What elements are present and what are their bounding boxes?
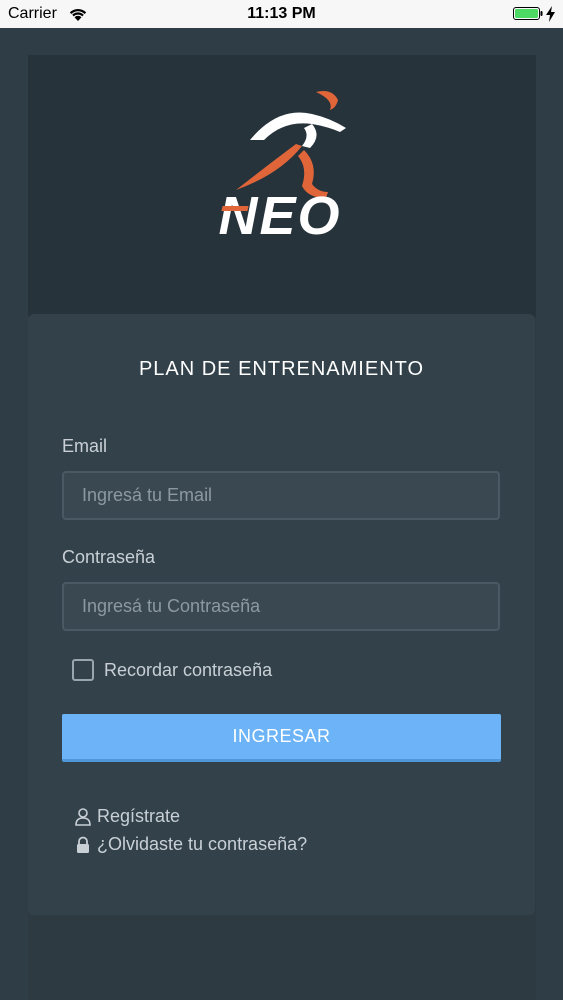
lock-icon [77, 836, 89, 853]
password-label: Contraseña [62, 547, 156, 567]
remember-password-toggle[interactable]: Recordar contraseña [72, 658, 272, 682]
remember-checkbox[interactable] [72, 659, 94, 681]
register-label: Regístrate [97, 806, 181, 826]
status-bar: Carrier 11:13 PM [0, 0, 563, 28]
user-icon [75, 807, 91, 826]
email-label: Email [62, 436, 108, 456]
logo-accent-bar [221, 206, 249, 211]
forgot-password-link[interactable]: ¿Olvidaste tu contraseña? [75, 834, 307, 855]
login-card: PLAN DE ENTRENAMIENTO Email Contraseña R… [28, 314, 535, 915]
login-button[interactable]: INGRESAR [62, 714, 501, 762]
card-title: PLAN DE ENTRENAMIENTO [138, 358, 425, 380]
password-input[interactable] [62, 582, 500, 631]
clock: 11:13 PM [247, 5, 316, 22]
logo-text: NEO [218, 186, 341, 243]
charging-bolt-icon [546, 6, 555, 22]
neo-logo: NEO [218, 91, 346, 243]
forgot-label: ¿Olvidaste tu contraseña? [97, 834, 308, 854]
remember-label: Recordar contraseña [104, 659, 273, 680]
runner-logo-icon [236, 91, 346, 198]
battery-icon [513, 7, 543, 20]
register-link[interactable]: Regístrate [75, 806, 180, 827]
email-input[interactable] [62, 471, 500, 520]
